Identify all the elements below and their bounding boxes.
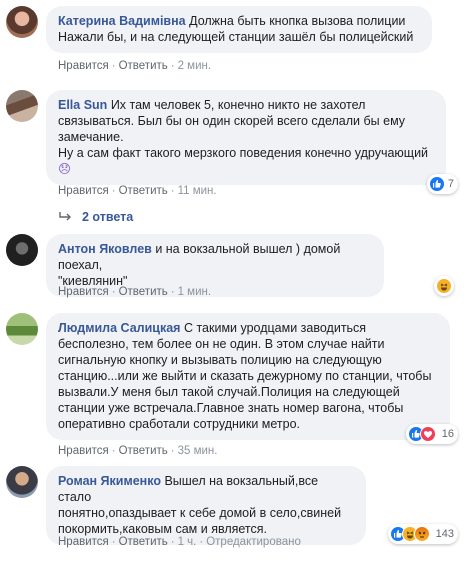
avatar[interactable] [6, 90, 38, 122]
like-link[interactable]: Нравится [58, 445, 109, 457]
comment-actions: Нравится · Ответить · 2 мин. [58, 60, 212, 72]
comment-bubble: Людмила Салицкая С такими уродцами завод… [46, 313, 450, 440]
comment-text: С такими уродцами заводиться бесполезно,… [58, 321, 432, 431]
reactions-summary[interactable]: 16 [405, 424, 458, 444]
like-link[interactable]: Нравится [58, 536, 109, 548]
reply-link[interactable]: Ответить [119, 185, 168, 197]
comment-time[interactable]: 2 мин. [178, 60, 211, 72]
reactions-summary[interactable] [434, 276, 454, 296]
avatar[interactable] [6, 313, 38, 345]
comment-bubble: Катерина Вадимівна Должна быть кнопка вы… [46, 6, 432, 53]
comment-actions: Нравится · Ответить · 11 мин. [58, 185, 217, 197]
reply-link[interactable]: Ответить [119, 60, 168, 72]
comment-author[interactable]: Катерина Вадимівна [58, 14, 186, 28]
avatar[interactable] [6, 466, 38, 498]
reply-arrow-icon [58, 210, 72, 224]
like-link[interactable]: Нравится [58, 60, 109, 72]
comment-bubble: Роман Якименко Вышел на вокзальный,все с… [46, 466, 366, 545]
like-reaction-icon [428, 176, 445, 192]
comment-actions: Нравится · Ответить · 1 ч. · Отредактировано [58, 536, 301, 548]
comment-bubble: Ella Sun Их там человек 5, конечно никто… [46, 90, 446, 185]
reactions-summary[interactable]: 143 [387, 524, 458, 544]
edited-label[interactable]: Отредактировано [206, 536, 301, 548]
comment-time[interactable]: 35 мин. [178, 445, 218, 457]
comment-author[interactable]: Роман Якименко [58, 474, 161, 488]
reaction-count: 7 [447, 178, 454, 190]
comment-text: Их там человек 5, конечно никто не захот… [58, 98, 429, 160]
angry-reaction-icon [413, 526, 430, 542]
comment-actions: Нравится · Ответить · 1 мин. [58, 286, 212, 298]
comment-author[interactable]: Людмила Салицкая [58, 321, 180, 335]
avatar[interactable] [6, 234, 38, 266]
comment-time[interactable]: 11 мин. [178, 185, 217, 197]
reply-link[interactable]: Ответить [119, 445, 168, 457]
like-link[interactable]: Нравится [58, 185, 109, 197]
reactions-summary[interactable]: 7 [426, 174, 458, 194]
love-reaction-icon [419, 426, 436, 442]
replies-label[interactable]: 2 ответа [82, 210, 133, 224]
reply-link[interactable]: Ответить [119, 286, 168, 298]
reply-link[interactable]: Ответить [119, 536, 168, 548]
disappointed-emoji: 😞 [58, 161, 72, 176]
reaction-count: 16 [441, 428, 454, 440]
comment-actions: Нравится · Ответить · 35 мин. [58, 445, 218, 457]
like-link[interactable]: Нравится [58, 286, 109, 298]
comment-time[interactable]: 1 ч. [178, 536, 197, 548]
comment-author[interactable]: Антон Яковлев [58, 242, 152, 256]
view-replies-link[interactable]: 2 ответа [58, 210, 133, 224]
reaction-count: 143 [435, 528, 454, 540]
comment-time[interactable]: 1 мин. [178, 286, 211, 298]
comment-author[interactable]: Ella Sun [58, 98, 107, 112]
avatar[interactable] [6, 6, 38, 38]
haha-reaction-icon [436, 278, 452, 294]
